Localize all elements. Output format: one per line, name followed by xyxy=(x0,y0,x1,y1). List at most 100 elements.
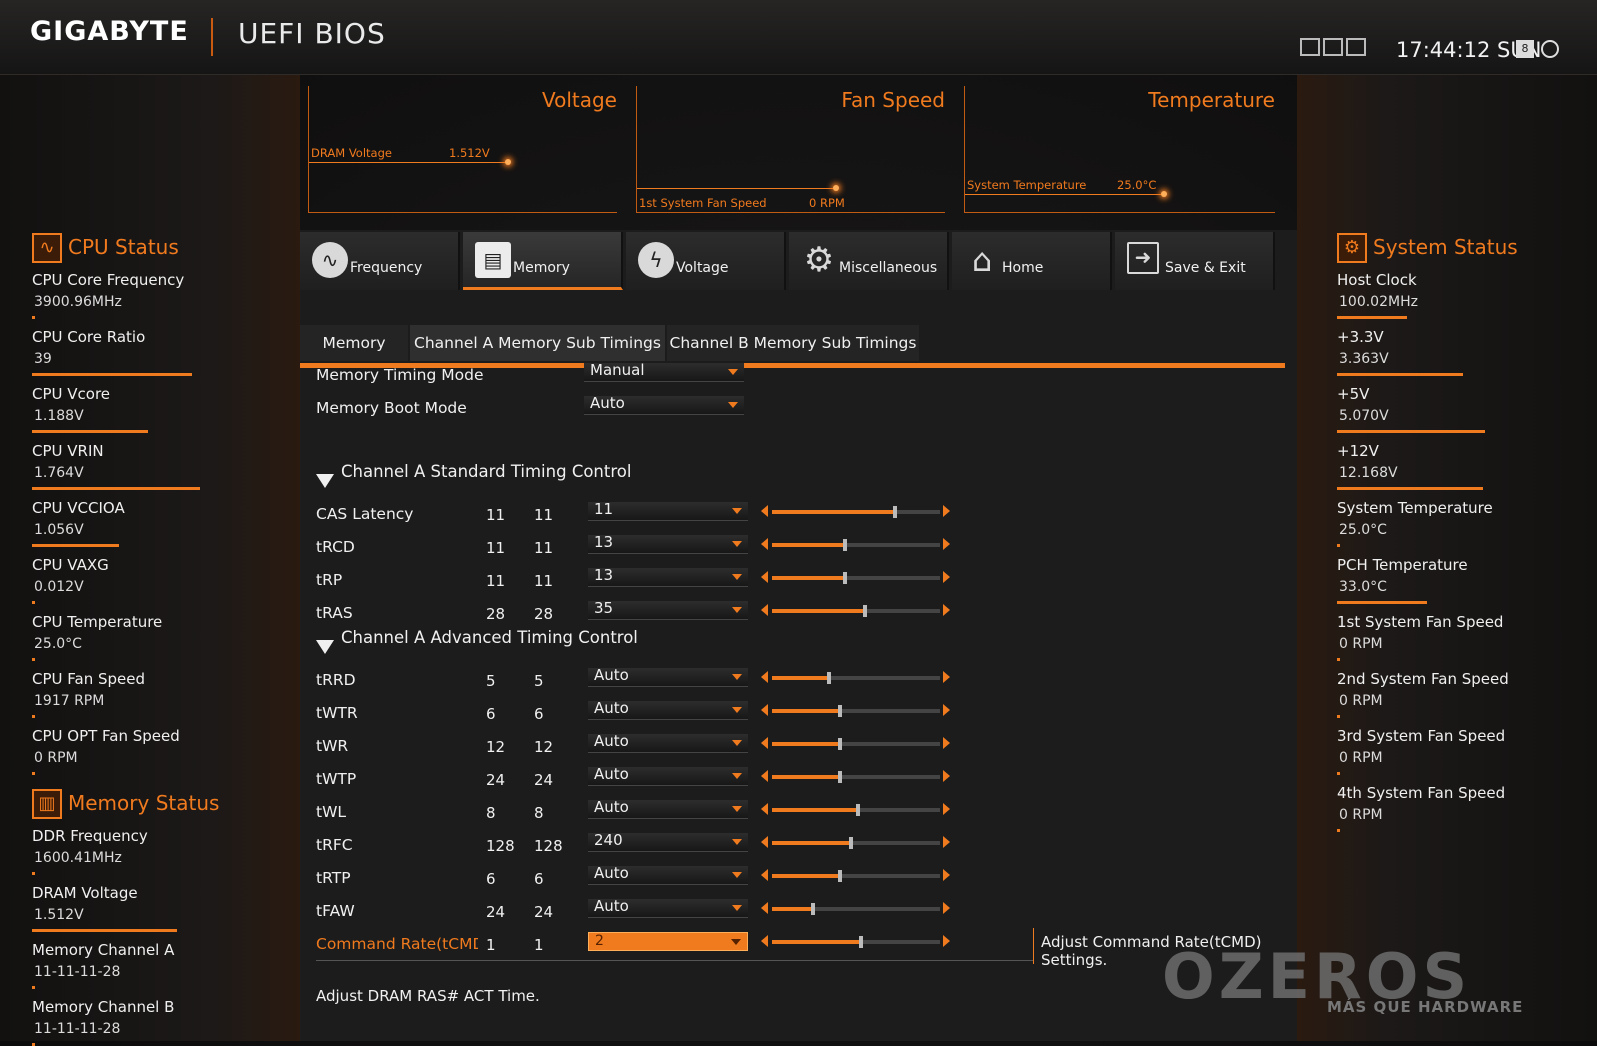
slider-decrease-icon[interactable] xyxy=(761,737,768,749)
timing-select[interactable]: Auto xyxy=(588,699,748,720)
slider-decrease-icon[interactable] xyxy=(761,538,768,550)
frequency-icon: ∿ xyxy=(312,242,348,278)
slider-decrease-icon[interactable] xyxy=(761,902,768,914)
status-bar xyxy=(32,373,192,376)
tab-memory[interactable]: ▤ Memory xyxy=(463,232,623,290)
timing-select[interactable]: 13 xyxy=(588,533,748,554)
footer-divider xyxy=(316,960,1033,961)
timing-select[interactable]: 35 xyxy=(588,599,748,620)
slider-increase-icon[interactable] xyxy=(943,902,950,914)
slider-increase-icon[interactable] xyxy=(943,505,950,517)
slider-increase-icon[interactable] xyxy=(943,538,950,550)
slider-decrease-icon[interactable] xyxy=(761,935,768,947)
temperature-monitor: Temperature System Temperature 25.0°C xyxy=(964,86,1275,213)
slider-increase-icon[interactable] xyxy=(943,571,950,583)
collapse-triangle-icon[interactable] xyxy=(316,640,334,654)
calendar-icon[interactable]: 8 xyxy=(1516,40,1534,58)
memory-timing-mode-select[interactable]: Manual xyxy=(584,361,744,382)
subtab-channel-b[interactable]: Channel B Memory Sub Timings xyxy=(667,325,919,361)
tab-frequency[interactable]: ∿ Frequency xyxy=(300,232,460,290)
system-status-title: System Status xyxy=(1373,235,1518,259)
timing-slider-handle[interactable] xyxy=(827,672,831,684)
window-icon[interactable] xyxy=(1346,38,1366,56)
timing-slider-handle[interactable] xyxy=(863,605,867,617)
status-label: CPU VRIN xyxy=(32,442,104,460)
timing-slider-handle[interactable] xyxy=(838,738,842,750)
timing-select-value: 13 xyxy=(594,533,614,551)
voltage-monitor-value: 1.512V xyxy=(449,146,490,160)
slider-increase-icon[interactable] xyxy=(943,671,950,683)
slider-increase-icon[interactable] xyxy=(943,704,950,716)
timing-select[interactable]: 2 xyxy=(588,932,748,951)
slider-decrease-icon[interactable] xyxy=(761,836,768,848)
timing-select[interactable]: 13 xyxy=(588,566,748,587)
timing-current-a: 11 xyxy=(486,539,506,557)
timing-slider-handle[interactable] xyxy=(838,771,842,783)
timing-select[interactable]: 11 xyxy=(588,500,748,521)
status-label: 3rd System Fan Speed xyxy=(1337,727,1506,745)
memory-boot-mode-value: Auto xyxy=(590,394,625,412)
memory-boot-mode-label: Memory Boot Mode xyxy=(316,399,467,417)
timing-select[interactable]: 240 xyxy=(588,831,748,852)
timing-slider-handle[interactable] xyxy=(843,539,847,551)
slider-decrease-icon[interactable] xyxy=(761,604,768,616)
timing-slider-handle[interactable] xyxy=(856,804,860,816)
timing-slider-handle[interactable] xyxy=(843,572,847,584)
status-value: 3.363V xyxy=(1339,351,1389,367)
slider-decrease-icon[interactable] xyxy=(761,671,768,683)
status-label: +5V xyxy=(1337,385,1370,403)
tab-voltage[interactable]: ϟ Voltage xyxy=(626,232,786,290)
timing-select[interactable]: Auto xyxy=(588,666,748,687)
timing-select[interactable]: Auto xyxy=(588,798,748,819)
slider-decrease-icon[interactable] xyxy=(761,803,768,815)
timing-select-value: 11 xyxy=(594,500,614,518)
search-icon[interactable] xyxy=(1541,40,1559,58)
cpu-status-title: CPU Status xyxy=(68,235,179,259)
slider-decrease-icon[interactable] xyxy=(761,770,768,782)
timing-label: Command Rate(tCMD) xyxy=(316,935,478,953)
timing-slider-handle[interactable] xyxy=(893,506,897,518)
timing-select[interactable]: Auto xyxy=(588,897,748,918)
temperature-monitor-label: System Temperature xyxy=(967,178,1087,192)
timing-slider-handle[interactable] xyxy=(838,705,842,717)
slider-decrease-icon[interactable] xyxy=(761,571,768,583)
chevron-down-icon xyxy=(732,806,742,812)
slider-increase-icon[interactable] xyxy=(943,770,950,782)
sub-tab-bar: Memory Channel A Memory Sub Timings Chan… xyxy=(300,325,1285,368)
subtab-channel-a[interactable]: Channel A Memory Sub Timings xyxy=(410,325,665,361)
status-label: 1st System Fan Speed xyxy=(1337,613,1504,631)
tab-miscellaneous[interactable]: ⚙ Miscellaneous xyxy=(789,232,949,290)
timing-current-b: 12 xyxy=(534,738,554,756)
slider-decrease-icon[interactable] xyxy=(761,704,768,716)
collapse-triangle-icon[interactable] xyxy=(316,474,334,488)
timing-select[interactable]: Auto xyxy=(588,864,748,885)
slider-decrease-icon[interactable] xyxy=(761,505,768,517)
slider-increase-icon[interactable] xyxy=(943,737,950,749)
slider-increase-icon[interactable] xyxy=(943,869,950,881)
slider-decrease-icon[interactable] xyxy=(761,869,768,881)
slider-increase-icon[interactable] xyxy=(943,803,950,815)
timing-slider-handle[interactable] xyxy=(849,837,853,849)
tab-save-exit[interactable]: ➜ Save & Exit xyxy=(1115,232,1275,290)
help-divider xyxy=(1033,928,1034,964)
status-value: 0 RPM xyxy=(1339,636,1383,652)
timing-current-a: 128 xyxy=(486,837,515,855)
slider-increase-icon[interactable] xyxy=(943,604,950,616)
memory-timing-mode-label: Memory Timing Mode xyxy=(316,366,484,384)
timing-slider-handle[interactable] xyxy=(811,903,815,915)
slider-increase-icon[interactable] xyxy=(943,935,950,947)
hd-icon[interactable] xyxy=(1300,38,1320,56)
tab-home[interactable]: ⌂ Home xyxy=(952,232,1112,290)
grid-icon[interactable] xyxy=(1323,38,1343,56)
timing-select[interactable]: Auto xyxy=(588,765,748,786)
slider-increase-icon[interactable] xyxy=(943,836,950,848)
main-tab-bar: ∿ Frequency ▤ Memory ϟ Voltage ⚙ Miscell… xyxy=(300,232,1285,292)
timing-select[interactable]: Auto xyxy=(588,732,748,753)
timing-slider-handle[interactable] xyxy=(859,936,863,948)
timing-slider-handle[interactable] xyxy=(838,870,842,882)
timing-current-b: 24 xyxy=(534,903,554,921)
timing-current-a: 12 xyxy=(486,738,506,756)
fan-monitor: Fan Speed 1st System Fan Speed 0 RPM xyxy=(636,86,945,213)
subtab-memory[interactable]: Memory xyxy=(300,325,408,361)
memory-boot-mode-select[interactable]: Auto xyxy=(584,394,744,415)
